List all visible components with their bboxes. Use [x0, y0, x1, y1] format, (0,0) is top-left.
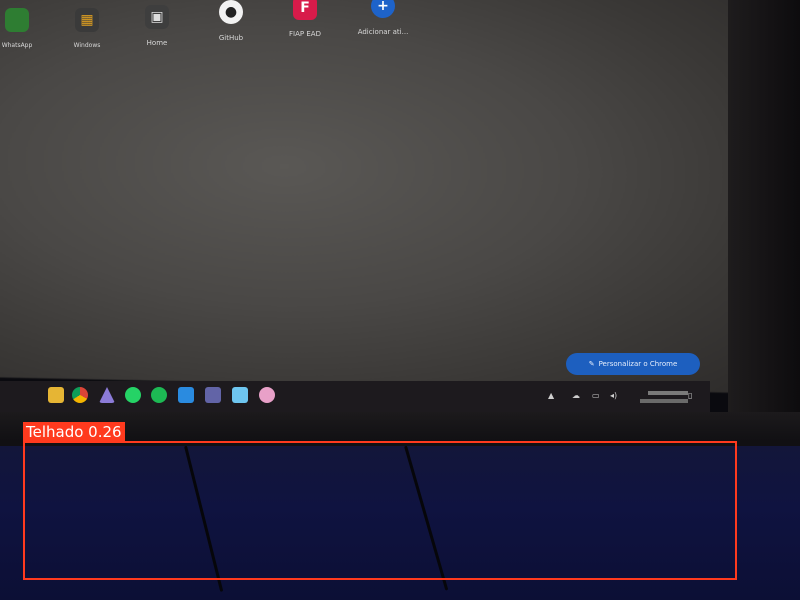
spotify-icon[interactable] [151, 387, 167, 403]
desktop-shortcut-home[interactable]: ▣ Home [122, 5, 192, 47]
customize-label: Personalizar o Chrome [598, 360, 678, 368]
monitor-screen [0, 0, 740, 393]
shortcut-label: Adicionar ati... [357, 28, 409, 36]
whatsapp-icon [5, 8, 29, 32]
desktop-shortcut-add[interactable]: + Adicionar ati... [348, 0, 418, 36]
teams-icon[interactable] [205, 387, 221, 403]
vscode-icon[interactable] [178, 387, 194, 403]
shortcut-label: FIAP EAD [289, 30, 321, 38]
github-icon: ● [219, 0, 243, 24]
home-icon: ▣ [145, 5, 169, 29]
taskbar: ▲ ☁ ▭ ◂) ▯ [0, 381, 710, 413]
detection-label: Telhado 0.26 [23, 422, 125, 442]
volume-icon[interactable]: ◂) [610, 391, 617, 400]
pencil-icon: ✎ [588, 360, 595, 368]
chevron-up-icon[interactable]: ▲ [548, 391, 554, 400]
notepad-icon[interactable] [232, 387, 248, 403]
monitor-icon[interactable]: ▭ [592, 391, 600, 400]
notification-icon[interactable]: ▯ [688, 391, 692, 400]
monitor-bezel-right [728, 0, 800, 420]
onedrive-icon[interactable]: ☁ [572, 391, 580, 400]
desktop-shortcut-whatsapp[interactable]: WhatsApp [0, 8, 52, 49]
file-explorer-icon[interactable] [48, 387, 64, 403]
add-shortcut-icon: + [371, 0, 395, 18]
chrome-icon[interactable] [72, 387, 88, 403]
other-app-icon[interactable] [259, 387, 275, 403]
app-purple-icon[interactable] [99, 387, 115, 403]
shortcut-label: WhatsApp [1, 42, 33, 49]
desktop-shortcut-fiap[interactable]: F FIAP EAD [270, 0, 340, 38]
shortcut-label: Home [146, 39, 168, 47]
whatsapp-taskbar-icon[interactable] [125, 387, 141, 403]
detection-bounding-box [23, 441, 737, 580]
desktop-shortcut-github[interactable]: ● GitHub [196, 0, 266, 42]
clock[interactable] [640, 389, 688, 403]
fiap-icon: F [293, 0, 317, 20]
windows-apps-icon: ▦ [75, 8, 99, 32]
shortcut-label: GitHub [218, 34, 244, 42]
customize-chrome-button[interactable]: ✎ Personalizar o Chrome [566, 353, 700, 375]
desktop-shortcut-windows[interactable]: ▦ Windows [52, 8, 122, 49]
shortcut-label: Windows [73, 42, 101, 49]
